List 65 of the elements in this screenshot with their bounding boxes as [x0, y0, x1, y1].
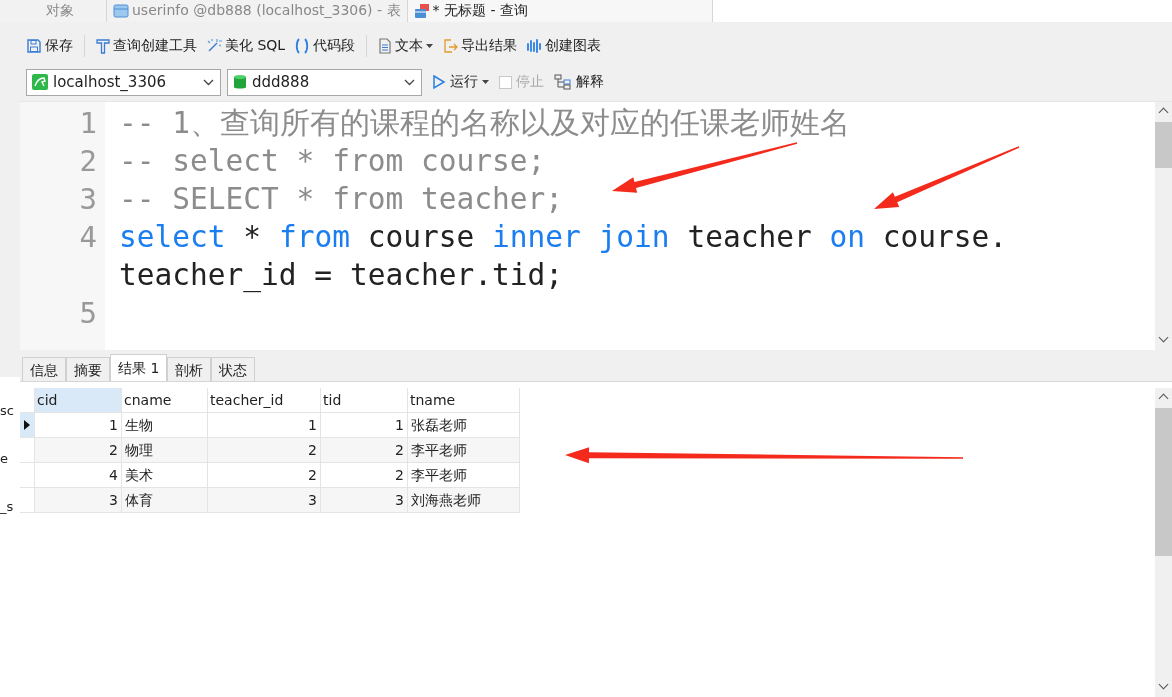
sidebar-item[interactable]: _s [0, 498, 20, 515]
toolbar-button[interactable]: 美化 SQL [206, 37, 286, 55]
document-tab[interactable]: * 无标题 - 查询 [407, 0, 713, 22]
result-tab[interactable]: 摘要 [66, 357, 110, 381]
row-header[interactable] [20, 413, 35, 438]
bar-chart-icon [526, 38, 543, 54]
toolbar-button[interactable]: 查询创建工具 [96, 37, 197, 55]
magic-wand-icon [206, 38, 222, 54]
result-tab[interactable]: 状态 [211, 357, 256, 381]
tree-diagram-icon [554, 74, 572, 90]
export-icon [442, 38, 459, 54]
server-icon [32, 74, 48, 90]
checkbox [499, 75, 512, 89]
table-cell: 3 [321, 488, 408, 513]
toolbar-button[interactable]: 保存 [26, 37, 73, 55]
table-cell: 刘海燕老师 [408, 488, 520, 513]
save-icon [26, 38, 42, 54]
chevron-down-icon [404, 78, 415, 86]
code-line: select * from course inner join teacher on course. [119, 219, 1009, 256]
toolbar-button[interactable]: 解释 [554, 73, 604, 91]
sidebar-item[interactable]: e [0, 450, 20, 467]
code-line: teacher_id = teacher.tid; [119, 257, 564, 294]
play-icon [432, 74, 446, 90]
result-tab[interactable]: 剖析 [167, 357, 212, 381]
toolbar-button[interactable]: 创建图表 [526, 37, 602, 55]
code-line: -- 1、查询所有的课程的名称以及对应的任课老师姓名 [119, 105, 852, 142]
code-line: -- select * from course; [119, 143, 547, 180]
column-header[interactable]: cname [122, 388, 208, 413]
table-cell: 2 [35, 438, 122, 463]
toolbar-button[interactable]: 文本 [378, 37, 434, 55]
column-header[interactable]: cid [35, 388, 122, 413]
table-icon [113, 3, 129, 19]
line-number: 4 [78, 219, 98, 256]
toolbar-button[interactable]: 运行 [432, 73, 489, 91]
table-cell: 2 [321, 438, 408, 463]
toolbar-button[interactable]: 代码段 [294, 37, 356, 55]
line-number: 1 [78, 105, 98, 142]
result-tab[interactable]: 信息 [22, 357, 66, 381]
column-header[interactable]: teacher_id [208, 388, 321, 413]
sidebar-item[interactable]: sc [0, 402, 20, 419]
database-dropdown[interactable]: ddd888 [227, 68, 422, 96]
table-cell: 物理 [122, 438, 208, 463]
column-header[interactable]: tname [408, 388, 520, 413]
result-tab[interactable]: 结果 1 [110, 354, 168, 381]
line-number: 5 [78, 295, 98, 332]
table-cell: 3 [208, 488, 321, 513]
toolbar-button[interactable]: 导出结果 [442, 37, 518, 55]
document-icon [378, 38, 393, 54]
sql-editor[interactable]: 1 2 3 4 5 -- 1、查询所有的课程的名称以及对应的任课老师姓名 -- select * from course; -- SELECT * from teacher; select * from course inner join teacher on course. teacher_id = teacher.tid; [20, 101, 1172, 350]
scrollbar[interactable] [1155, 102, 1172, 350]
pointer-icon [24, 420, 30, 430]
line-number: 3 [78, 181, 98, 218]
table-cell: 3 [35, 488, 122, 513]
connection-dropdown[interactable]: localhost_3306 [26, 68, 221, 96]
chevron-down-icon [203, 78, 214, 86]
code-line: -- SELECT * from teacher; [119, 181, 564, 218]
table-cell: 李平老师 [408, 438, 520, 463]
scrollbar[interactable] [1155, 388, 1172, 697]
column-header[interactable]: tid [321, 388, 408, 413]
line-number: 2 [78, 143, 98, 180]
query-icon [413, 3, 430, 19]
table-cell: 体育 [122, 488, 208, 513]
database-icon [233, 74, 247, 90]
table-cell: 2 [208, 438, 321, 463]
parentheses-icon [294, 38, 311, 54]
